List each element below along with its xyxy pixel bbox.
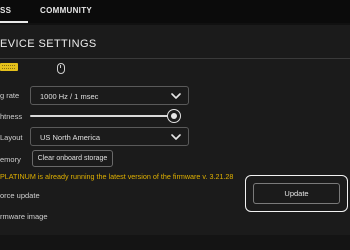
firmware-image-label[interactable]: rmware image: [0, 212, 48, 221]
brightness-slider-handle[interactable]: [167, 109, 181, 123]
tab-settings[interactable]: SS: [0, 6, 11, 15]
bottom-strip: [0, 235, 350, 250]
update-button-focus-ring[interactable]: Update: [245, 175, 348, 212]
firmware-status-message: PLATINUM is already running the latest v…: [0, 172, 234, 181]
layout-value: US North America: [40, 133, 101, 142]
memory-label: emory: [0, 155, 21, 164]
brightness-label: htness: [0, 112, 23, 121]
tab-community[interactable]: COMMUNITY: [40, 6, 92, 15]
polling-rate-select[interactable]: 1000 Hz / 1 msec: [30, 86, 189, 105]
polling-rate-value: 1000 Hz / 1 msec: [40, 92, 99, 101]
update-button[interactable]: Update: [253, 183, 340, 204]
polling-rate-label: g rate: [0, 91, 20, 100]
chevron-down-icon: [171, 134, 181, 140]
force-update-label: orce update: [0, 191, 40, 200]
layout-select[interactable]: US North America: [30, 127, 189, 146]
title-divider: [0, 58, 350, 59]
clear-onboard-storage-button[interactable]: Clear onboard storage: [32, 150, 113, 167]
mouse-icon[interactable]: [57, 63, 65, 74]
keyboard-icon[interactable]: [0, 63, 18, 71]
chevron-down-icon: [171, 93, 181, 99]
brightness-slider-track[interactable]: [30, 115, 180, 117]
active-tab-indicator: [0, 21, 28, 23]
layout-label: Layout: [0, 133, 23, 142]
top-nav-bar: SS COMMUNITY: [0, 0, 350, 23]
page-title: EVICE SETTINGS: [0, 38, 97, 50]
